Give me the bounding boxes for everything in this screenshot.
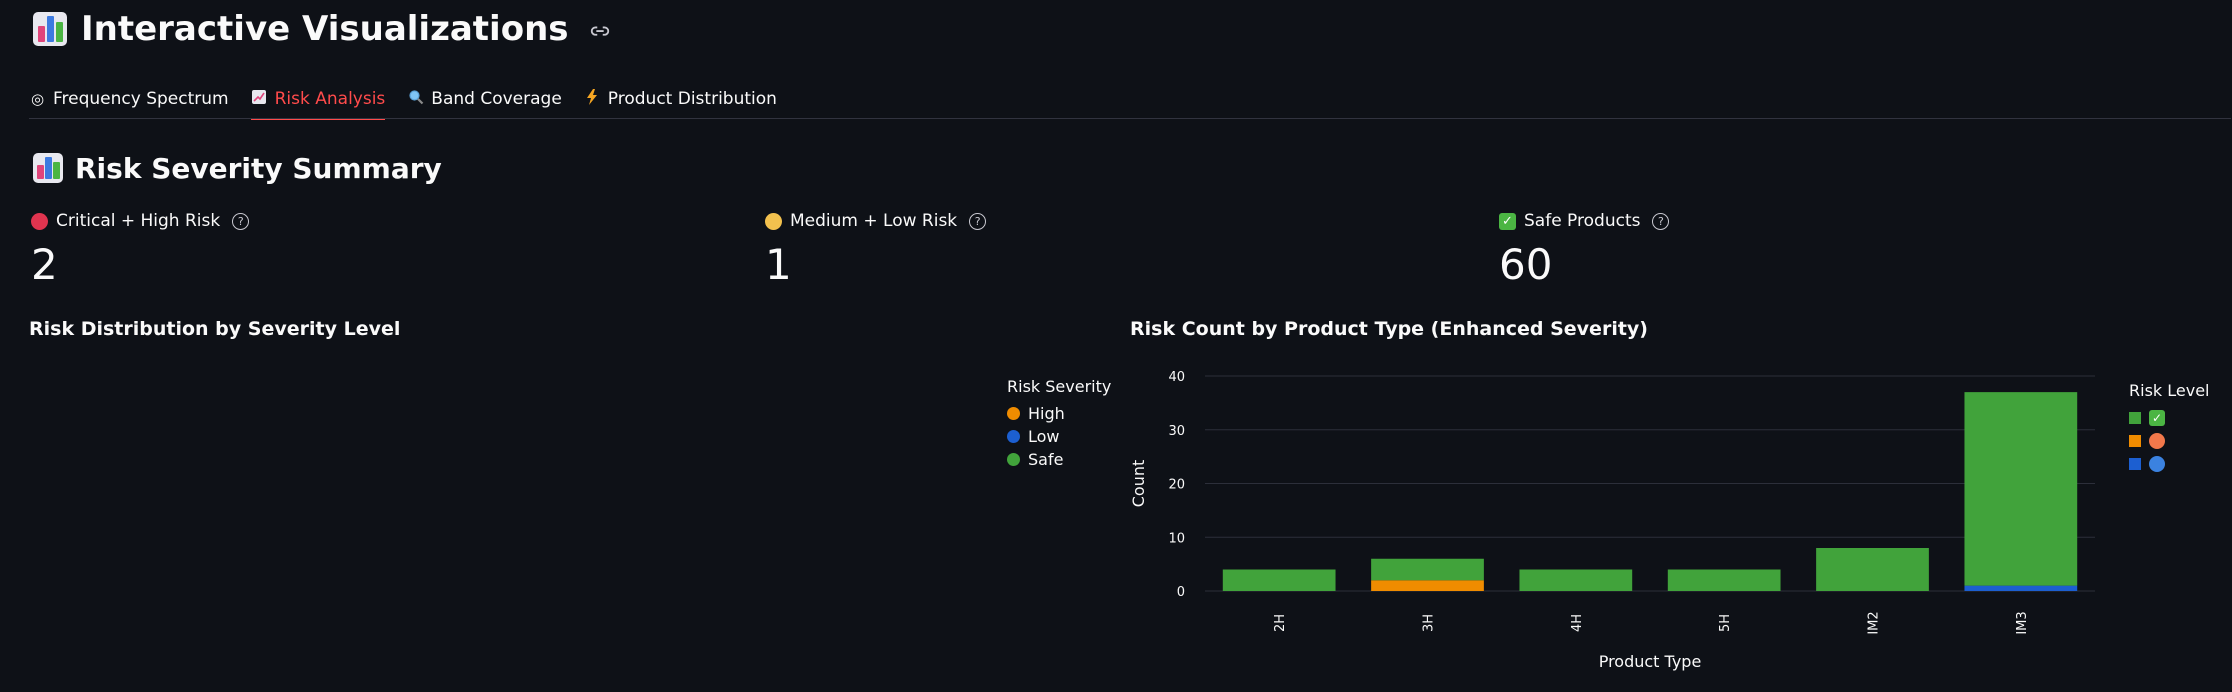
bar-segment[interactable] [1371,580,1484,591]
tab-product-distribution[interactable]: Product Distribution [584,80,777,118]
bar-segment[interactable] [1964,585,2078,591]
bar-segment[interactable] [1816,548,1929,591]
x-tick-label: 4H [1570,614,1585,632]
help-icon[interactable]: ? [1652,212,1670,230]
orange-dot-icon [1007,407,1020,420]
green-dot-icon [1007,453,1020,466]
pie-chart-title: Risk Distribution by Severity Level [29,318,401,340]
tab-band-coverage[interactable]: Band Coverage [407,80,562,118]
legend-label: Safe [1028,450,1064,469]
x-tick-label: 5H [1718,614,1733,632]
tab-label: Frequency Spectrum [53,89,229,109]
metric-value: 2 [31,240,58,289]
magnifier-icon [407,89,424,109]
x-tick-label: IM2 [1867,611,1882,634]
section-title: Risk Severity Summary [75,151,442,185]
page-title-row: Interactive Visualizations [33,6,611,52]
blue-circle-icon [2149,455,2165,472]
metric-label: Medium + Low Risk [790,211,958,231]
green-square-icon [2129,411,2141,424]
y-tick-label: 20 [1168,478,1185,493]
legend-item-high[interactable] [2129,429,2209,452]
y-tick-label: 40 [1168,370,1185,385]
y-tick-label: 30 [1168,424,1185,439]
metric-medium-low: Medium + Low Risk ? 1 [765,209,987,289]
metric-safe-products: ✓ Safe Products ? 60 [1499,209,1670,289]
legend-label: Low [1028,427,1060,446]
blue-dot-icon [1007,430,1020,443]
help-icon[interactable]: ? [232,212,250,230]
legend-item-safe[interactable]: Safe [1007,448,1111,471]
tab-label: Product Distribution [607,89,777,109]
target-icon: ◎ [30,90,45,108]
bar-segment[interactable] [1371,558,1484,581]
x-tick-label: 2H [1273,614,1288,632]
bar-segment[interactable] [1222,569,1336,592]
tab-bar: ◎ Frequency Spectrum Risk Analysis Band … [29,80,799,120]
bar-legend: Risk Level ✓ [2129,381,2209,475]
link-icon[interactable] [589,21,611,43]
legend-item-low[interactable] [2129,452,2209,475]
page-title: Interactive Visualizations [81,9,569,49]
x-tick-label: IM3 [2015,611,2030,634]
yellow-circle-icon [765,212,782,230]
metric-value: 60 [1499,240,1553,289]
metric-label: Critical + High Risk [56,211,221,231]
bar-chart-icon [33,153,63,183]
legend-title: Risk Severity [1007,377,1112,396]
chart-increasing-icon [251,89,268,109]
bar-chart-plot: 0 10 20 30 40 2H 3H 4H 5H IM2 IM3 Count Product T… [1129,370,2095,671]
legend-item-safe[interactable]: ✓ [2129,406,2209,429]
tab-label: Risk Analysis [274,89,386,109]
y-axis-label: Count [1129,460,1148,508]
tab-risk-analysis[interactable]: Risk Analysis [250,80,386,120]
tab-label: Band Coverage [431,89,562,109]
bar-chart-title: Risk Count by Product Type (Enhanced Sev… [1130,318,1648,340]
y-tick-label: 0 [1177,585,1185,600]
y-tick-label: 10 [1168,531,1185,546]
help-icon[interactable]: ? [969,212,987,230]
orange-circle-icon [2149,432,2165,449]
metric-value: 1 [765,240,792,289]
x-axis-label: Product Type [1599,652,1702,671]
metric-critical-high: Critical + High Risk ? 2 [31,209,250,289]
bar-chart-icon [33,12,67,46]
orange-square-icon [2129,434,2141,447]
legend-item-high[interactable]: High [1007,402,1111,425]
pie-legend: Risk Severity High Low Safe [1007,377,1111,471]
legend-label: High [1028,404,1065,423]
section-heading: Risk Severity Summary [33,148,442,188]
red-circle-icon [31,212,48,230]
check-box-icon: ✓ [1499,212,1516,230]
blue-square-icon [2129,457,2141,470]
lightning-icon [584,89,601,109]
bar-segment[interactable] [1519,569,1633,592]
bar-segment[interactable] [1667,569,1781,592]
legend-title: Risk Level [2129,381,2210,400]
tab-frequency-spectrum[interactable]: ◎ Frequency Spectrum [29,80,229,118]
metric-label: Safe Products [1524,211,1641,231]
tabs-divider [29,118,2231,119]
check-box-icon: ✓ [2149,409,2165,426]
x-tick-label: 3H [1422,614,1437,632]
legend-item-low[interactable]: Low [1007,425,1111,448]
bar-segment[interactable] [1964,392,2078,586]
